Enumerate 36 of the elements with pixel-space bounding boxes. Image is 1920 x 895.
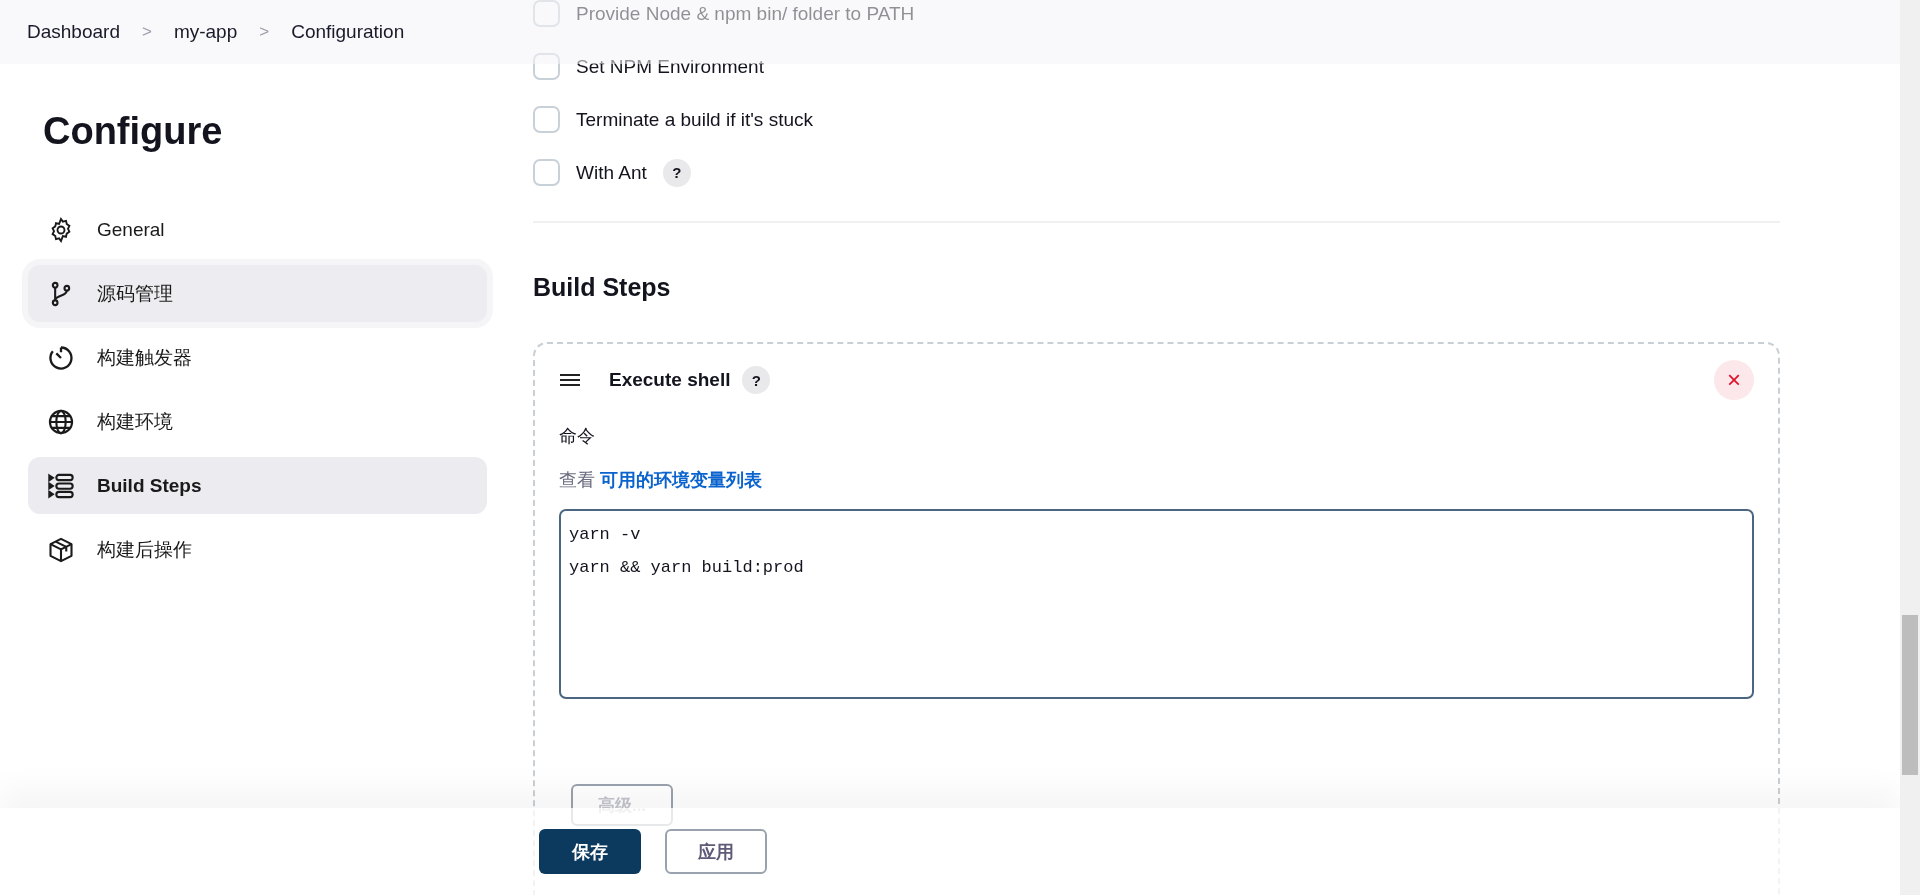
- checkbox[interactable]: [533, 159, 560, 186]
- save-button[interactable]: 保存: [539, 829, 641, 874]
- drag-handle-icon[interactable]: [559, 373, 581, 387]
- breadcrumb-link[interactable]: Dashboard: [27, 21, 120, 43]
- checkbox-label: Provide Node & npm bin/ folder to PATH: [576, 2, 915, 25]
- close-button[interactable]: ×: [1714, 360, 1754, 400]
- env-vars-link[interactable]: 可用的环境变量列表: [600, 470, 762, 490]
- globe-icon: [47, 407, 75, 436]
- hint-text: 查看: [559, 470, 595, 490]
- timer-icon: [47, 343, 75, 372]
- command-field[interactable]: yarn -v yarn && yarn build:prod: [559, 509, 1754, 699]
- breadcrumb-link[interactable]: Configuration: [291, 21, 405, 43]
- page-title: Configure: [43, 110, 224, 153]
- list-icon: [47, 471, 75, 500]
- scrollbar[interactable]: [1900, 0, 1920, 895]
- sidebar-item[interactable]: 构建环境: [28, 393, 487, 450]
- sidebar-item[interactable]: General: [28, 201, 487, 258]
- help-button[interactable]: ?: [662, 158, 691, 187]
- checkbox-label: Terminate a build if it's stuck: [576, 108, 813, 131]
- step-title: Execute shell: [609, 369, 731, 391]
- checkbox[interactable]: [533, 53, 560, 80]
- sidebar-item[interactable]: Build Steps: [28, 457, 487, 514]
- breadcrumb-separator: >: [141, 22, 152, 42]
- sidebar-item[interactable]: 构建后操作: [28, 521, 487, 578]
- help-button[interactable]: ?: [742, 366, 771, 394]
- sidebar-item[interactable]: 构建触发器: [28, 329, 487, 386]
- package-icon: [47, 535, 75, 564]
- field-label: 命令: [559, 425, 596, 448]
- section-heading: Build Steps: [533, 273, 672, 302]
- breadcrumb-link[interactable]: my-app: [173, 21, 238, 43]
- apply-button[interactable]: 应用: [665, 829, 767, 874]
- checkbox-label: With Ant: [576, 161, 647, 184]
- checkbox[interactable]: [533, 106, 560, 133]
- breadcrumb-separator: >: [259, 22, 270, 42]
- checkbox-label: Set NPM Environment: [576, 55, 764, 78]
- checkbox[interactable]: [533, 0, 560, 27]
